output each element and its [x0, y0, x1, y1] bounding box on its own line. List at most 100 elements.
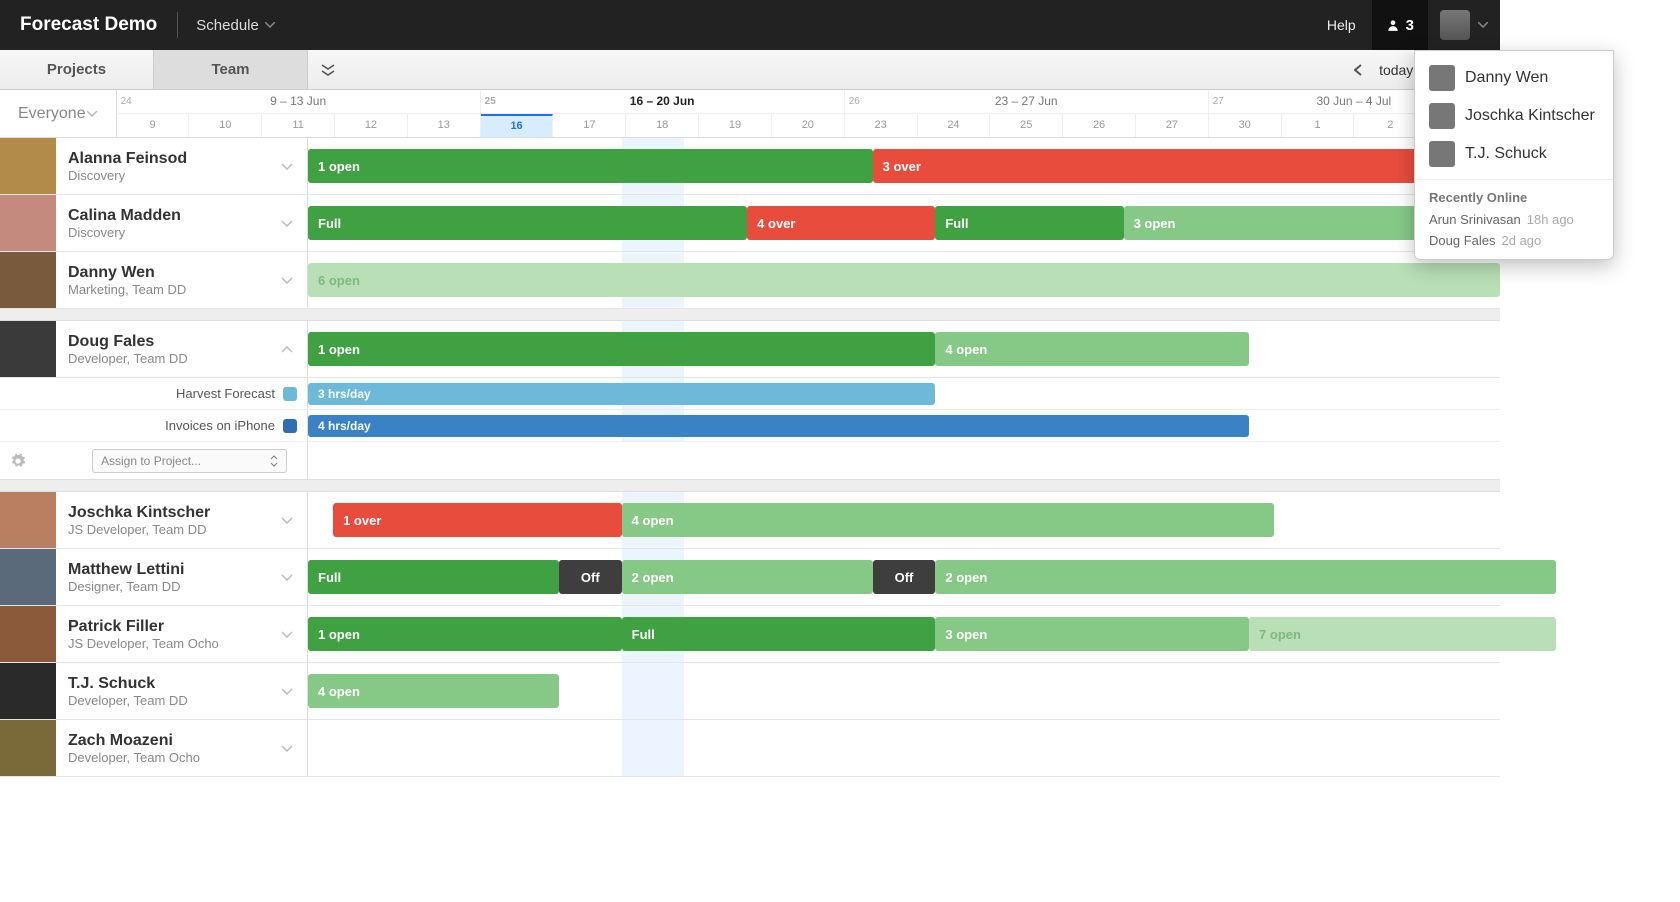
avatar [0, 663, 56, 719]
allocation-bar[interactable]: Full [935, 206, 1123, 240]
allocation-bar[interactable]: 1 open [308, 617, 622, 651]
chevron-down-icon[interactable] [281, 517, 307, 524]
chevron-down-icon[interactable] [281, 745, 307, 752]
week-header[interactable]: 249 – 13 Jun [117, 90, 481, 113]
day-header[interactable]: 25 [990, 114, 1063, 137]
allocation-bar[interactable]: Full [308, 560, 559, 594]
week-header[interactable]: 2516 – 20 Jun [481, 90, 845, 113]
tab-team[interactable]: Team [154, 50, 308, 89]
day-header[interactable]: 30 [1209, 114, 1282, 137]
day-header[interactable]: 23 [845, 114, 918, 137]
allocation-bar[interactable]: 3 hrs/day [308, 383, 935, 405]
allocation-bar[interactable]: 1 open [308, 149, 873, 183]
avatar [0, 606, 56, 662]
allocation-bar[interactable]: 2 open [935, 560, 1556, 594]
day-header[interactable]: 19 [699, 114, 772, 137]
chevron-down-icon[interactable] [281, 574, 307, 581]
allocation-bar[interactable]: 2 open [622, 560, 873, 594]
person-row: Alanna FeinsodDiscovery 1 open3 over [0, 138, 1500, 195]
day-header[interactable]: 18 [626, 114, 699, 137]
online-user[interactable]: Danny Wen [1415, 59, 1613, 97]
chevron-down-icon[interactable] [281, 631, 307, 638]
expand-all-icon[interactable] [320, 63, 336, 77]
person-row: Danny WenMarketing, Team DD6 open [0, 252, 1500, 309]
chevron-down-icon [1478, 22, 1488, 28]
assignment-row: Harvest Forecast 3 hrs/day [0, 378, 1500, 410]
day-header[interactable]: 9 [117, 114, 190, 137]
allocation-bar[interactable]: 7 open [1249, 617, 1556, 651]
current-user-menu[interactable] [1428, 10, 1500, 40]
allocation-bar[interactable]: 4 hrs/day [308, 415, 1249, 437]
gear-icon[interactable] [10, 453, 26, 469]
person-name: Patrick Filler [68, 618, 269, 636]
allocation-bar[interactable]: Full [622, 617, 936, 651]
online-count: 3 [1406, 17, 1414, 34]
allocation-bar[interactable]: 1 open [308, 332, 935, 366]
chevron-up-icon[interactable] [281, 346, 307, 353]
allocation-bar[interactable]: Off [559, 560, 622, 594]
allocation-bar[interactable]: Full [308, 206, 747, 240]
day-header[interactable]: 20 [772, 114, 845, 137]
person-name: Danny Wen [68, 264, 269, 282]
topbar: Forecast Demo Schedule Help 3 [0, 0, 1500, 50]
chevron-down-icon [86, 110, 98, 117]
allocation-bar[interactable]: 3 open [935, 617, 1249, 651]
avatar [0, 720, 56, 776]
help-link[interactable]: Help [1311, 17, 1372, 33]
schedule-label: Schedule [196, 17, 259, 34]
person-row: Calina MaddenDiscoveryFull4 overFull3 op… [0, 195, 1500, 252]
prev-week-button[interactable] [1349, 61, 1367, 79]
person-row: Joschka KintscherJS Developer, Team DD1 … [0, 492, 1500, 549]
day-header[interactable]: 27 [1136, 114, 1209, 137]
tab-projects[interactable]: Projects [0, 50, 154, 89]
online-user-name: T.J. Schuck [1465, 145, 1547, 163]
allocation-bar[interactable]: Off [873, 560, 936, 594]
online-user[interactable]: Joschka Kintscher [1415, 97, 1613, 135]
avatar [1429, 65, 1455, 91]
person-role: Discovery [68, 168, 269, 183]
person-name: Alanna Feinsod [68, 150, 269, 168]
week-header[interactable]: 2623 – 27 Jun [845, 90, 1209, 113]
person-row: Matthew LettiniDesigner, Team DDFullOff2… [0, 549, 1500, 606]
chevron-down-icon[interactable] [281, 163, 307, 170]
day-header[interactable]: 24 [918, 114, 991, 137]
allocation-bar[interactable]: 4 open [935, 332, 1249, 366]
project-label: Invoices on iPhone [165, 418, 275, 433]
chevron-down-icon[interactable] [281, 688, 307, 695]
day-header[interactable]: 1 [1282, 114, 1355, 137]
person-row: T.J. SchuckDeveloper, Team DD4 open [0, 663, 1500, 720]
person-name: Doug Fales [68, 333, 269, 351]
project-color-chip [283, 387, 297, 401]
day-header[interactable]: 13 [408, 114, 481, 137]
allocation-bar[interactable]: 3 over [873, 149, 1500, 183]
chevron-down-icon[interactable] [281, 277, 307, 284]
day-header[interactable]: 11 [262, 114, 335, 137]
day-header[interactable]: 12 [335, 114, 408, 137]
allocation-bar[interactable]: 6 open [308, 263, 1500, 297]
allocation-bar[interactable]: 4 open [308, 674, 559, 708]
day-header[interactable]: 16 [481, 114, 554, 137]
avatar [1429, 103, 1455, 129]
schedule-menu[interactable]: Schedule [178, 17, 293, 34]
allocation-bar[interactable]: 1 over [333, 503, 622, 537]
avatar [0, 195, 56, 251]
online-user-name: Joschka Kintscher [1465, 107, 1595, 125]
filter-label: Everyone [18, 105, 86, 123]
avatar [0, 321, 56, 377]
online-count-button[interactable]: 3 [1372, 0, 1428, 50]
online-user[interactable]: T.J. Schuck [1415, 135, 1613, 173]
allocation-bar[interactable]: 4 over [747, 206, 935, 240]
filter-everyone[interactable]: Everyone [0, 90, 117, 138]
allocation-bar[interactable]: 4 open [622, 503, 1274, 537]
person-name: Calina Madden [68, 207, 269, 225]
chevron-down-icon[interactable] [281, 220, 307, 227]
day-header[interactable]: 26 [1063, 114, 1136, 137]
assign-project-select[interactable]: Assign to Project... [92, 449, 287, 473]
today-button[interactable]: today [1379, 62, 1413, 78]
person-name: T.J. Schuck [68, 675, 269, 693]
day-header[interactable]: 17 [553, 114, 626, 137]
day-header[interactable]: 10 [189, 114, 262, 137]
person-role: Developer, Team DD [68, 351, 269, 366]
project-label: Harvest Forecast [176, 386, 275, 401]
presence-dropdown: Danny WenJoschka KintscherT.J. SchuckRec… [1414, 50, 1614, 260]
